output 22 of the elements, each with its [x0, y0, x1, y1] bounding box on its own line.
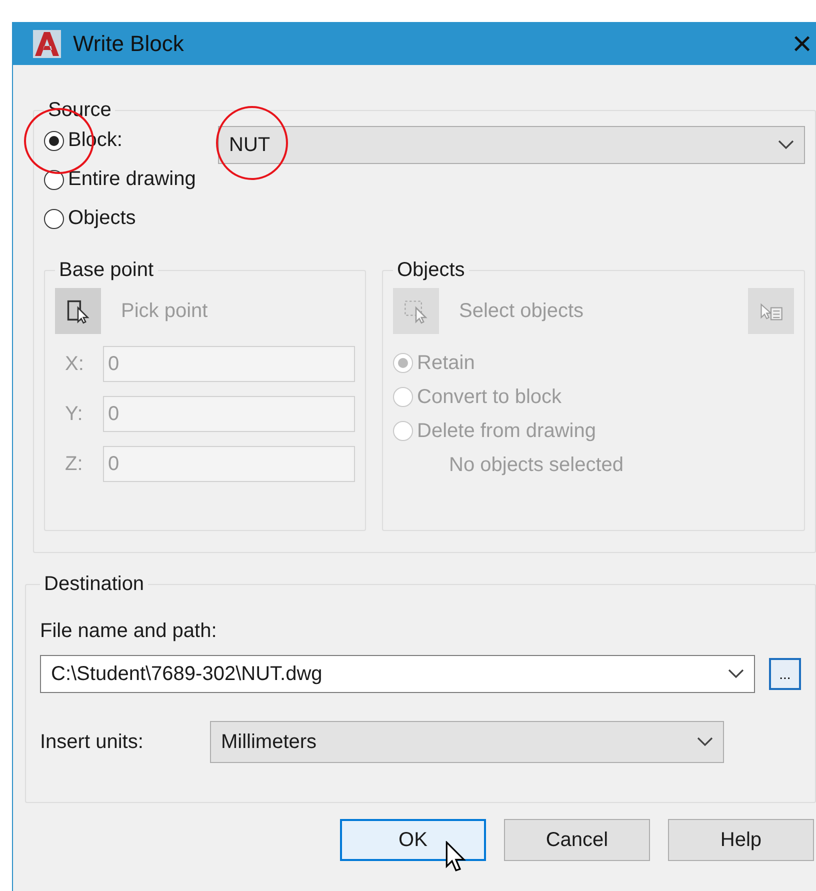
- file-path-dropdown[interactable]: C:\Student\7689-302\NUT.dwg: [40, 655, 755, 693]
- pick-point-label: Pick point: [121, 300, 208, 322]
- radio-option[interactable]: Entire drawing: [44, 165, 218, 194]
- selection-status: No objects selected: [449, 454, 625, 477]
- dialog-button[interactable]: Cancel: [504, 819, 650, 861]
- file-path-label: File name and path:: [40, 620, 218, 643]
- browse-button[interactable]: ...: [769, 658, 801, 690]
- insert-units-label: Insert units:: [40, 730, 144, 754]
- group-label: Destination: [43, 573, 146, 596]
- block-name-dropdown[interactable]: NUT: [218, 126, 805, 164]
- window-title: Write Block: [73, 30, 184, 56]
- coordinate-label: Z:: [65, 452, 84, 476]
- dialog-button[interactable]: OK: [340, 819, 486, 861]
- select-objects-label: Select objects: [459, 300, 584, 322]
- coordinate-label: Y:: [65, 402, 84, 426]
- group-label: Base point: [58, 259, 155, 282]
- coordinate-label: X:: [65, 352, 85, 376]
- group-label: Objects: [396, 259, 466, 282]
- dialog-button[interactable]: Help: [668, 819, 814, 861]
- radio-option[interactable]: Objects: [44, 204, 218, 233]
- close-button[interactable]: ×: [786, 26, 816, 60]
- insert-units-dropdown[interactable]: Millimeters: [210, 721, 724, 763]
